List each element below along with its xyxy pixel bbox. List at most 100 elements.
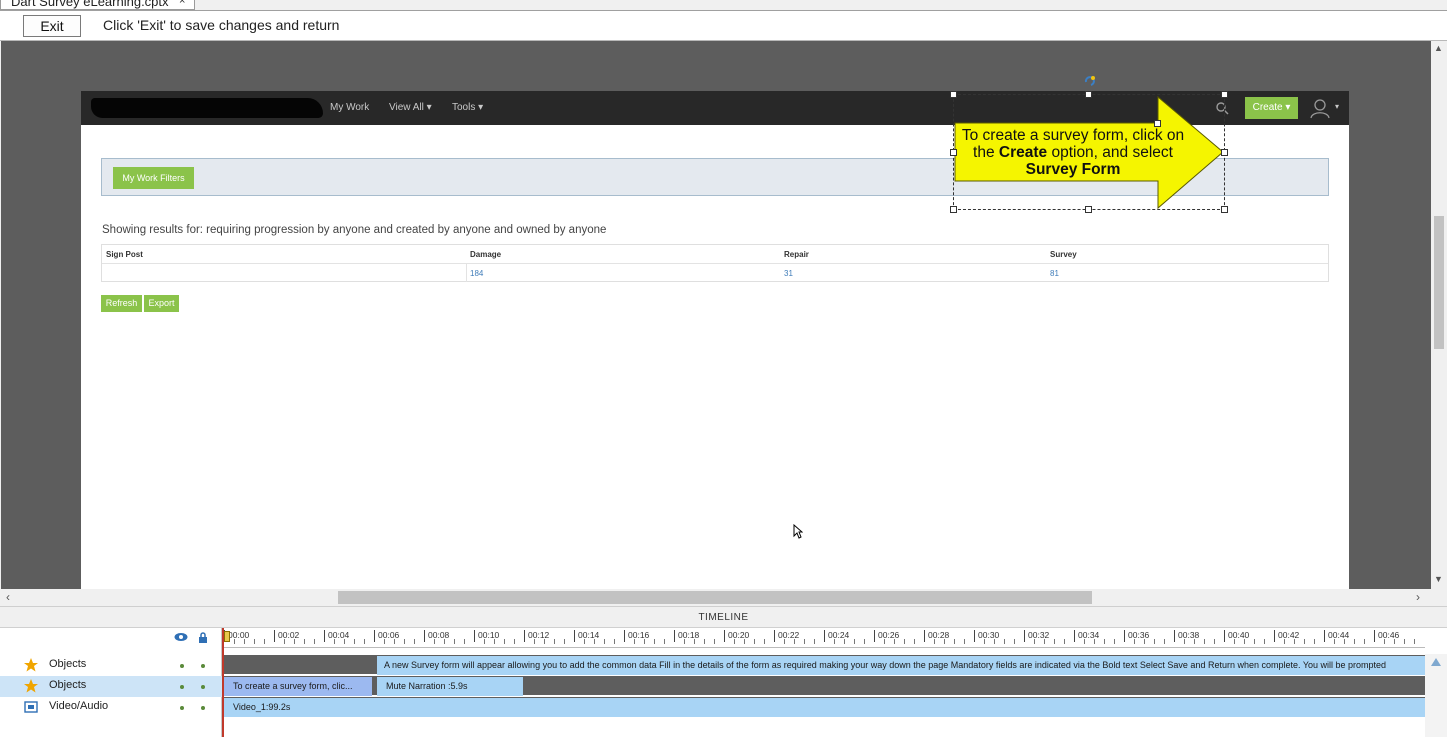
ruler-minor-tick [1014, 639, 1015, 644]
resize-handle[interactable] [1085, 91, 1092, 98]
vertical-scroll-thumb[interactable] [1434, 216, 1444, 349]
ruler-minor-tick [354, 639, 355, 644]
timeline-layer-objects-1[interactable]: Objects [0, 655, 222, 676]
caption-timeline-bar[interactable]: A new Survey form will appear allowing y… [377, 656, 1425, 675]
callout-line-2-post: option, and select [1047, 144, 1173, 161]
video-timeline-bar[interactable]: Video_1:99.2s [224, 698, 1425, 717]
ruler-minor-tick [1394, 639, 1395, 644]
ruler-minor-tick [584, 639, 585, 644]
table-cell-survey[interactable]: 81 [1050, 269, 1059, 278]
slide-canvas[interactable]: My Work View All ▾ Tools ▾ Create ▾ ▾ My… [81, 91, 1349, 589]
ruler-minor-tick [604, 639, 605, 644]
arrow-callout[interactable]: To create a survey form, click on the Cr… [950, 91, 1228, 213]
ruler-minor-tick [1264, 639, 1265, 644]
ruler-minor-tick [454, 639, 455, 644]
ruler-minor-tick [1314, 639, 1315, 644]
ruler-minor-tick [1344, 639, 1345, 644]
resize-handle[interactable] [1221, 149, 1228, 156]
file-tab[interactable]: Dart Survey eLearning.cptx × [0, 0, 195, 10]
visibility-dot[interactable] [180, 685, 184, 689]
lock-icon[interactable] [198, 632, 208, 643]
ruler-minor-tick [634, 639, 635, 644]
callout-timeline-bar[interactable]: To create a survey form, clic... [224, 677, 372, 696]
captivate-window: Dart Survey eLearning.cptx × Exit Click … [0, 0, 1447, 737]
exit-hint: Click 'Exit' to save changes and return [103, 17, 340, 33]
ruler-minor-tick [1094, 639, 1095, 644]
nav-view-all[interactable]: View All ▾ [389, 102, 432, 113]
scroll-left-icon[interactable]: ‹ [6, 590, 10, 604]
rotate-handle-icon[interactable] [1083, 74, 1097, 88]
ruler-minor-tick [444, 639, 445, 644]
shape-adjust-handle[interactable] [1154, 120, 1161, 127]
ruler-minor-tick [684, 639, 685, 644]
exit-button[interactable]: Exit [23, 15, 81, 37]
resize-handle[interactable] [1085, 206, 1092, 213]
my-work-filters-button[interactable]: My Work Filters [113, 167, 194, 189]
lock-dot[interactable] [201, 706, 205, 710]
nav-tools[interactable]: Tools ▾ [452, 102, 483, 113]
ruler-minor-tick [644, 639, 645, 644]
scroll-down-icon[interactable]: ▼ [1434, 574, 1443, 584]
narration-timeline-bar[interactable]: Mute Narration :5.9s [377, 677, 523, 696]
playhead[interactable] [222, 628, 224, 737]
table-header-damage: Damage [470, 250, 502, 259]
stage-horizontal-scrollbar[interactable]: ‹ › [0, 589, 1431, 606]
ruler-tick-label: 00:08 [424, 630, 449, 642]
ruler-minor-tick [514, 639, 515, 644]
playhead-marker[interactable] [224, 631, 230, 642]
timeline-layer-objects-2[interactable]: Objects [0, 676, 222, 697]
mouse-cursor-icon [793, 524, 803, 539]
resize-handle[interactable] [950, 206, 957, 213]
ruler-minor-tick [394, 639, 395, 644]
timeline-ruler[interactable]: 00:00 00:02 00:04 00:06 00:08 00:10 00:12 00:14… [223, 628, 1425, 648]
ruler-minor-tick [844, 639, 845, 644]
ruler-minor-tick [1104, 639, 1105, 644]
ruler-minor-tick [1244, 639, 1245, 644]
nav-my-work[interactable]: My Work [330, 102, 369, 113]
ruler-tick-label: 00:18 [674, 630, 699, 642]
visibility-dot[interactable] [180, 706, 184, 710]
horizontal-scroll-thumb[interactable] [338, 591, 1092, 604]
ruler-minor-tick [434, 639, 435, 644]
user-caret-icon[interactable]: ▾ [1335, 102, 1339, 111]
ruler-minor-tick [244, 639, 245, 644]
timeline-layer-video-audio[interactable]: Video/Audio [0, 697, 222, 718]
user-icon[interactable] [1309, 97, 1331, 119]
refresh-button[interactable]: Refresh [101, 295, 142, 312]
callout-create-bold: Create [998, 144, 1048, 161]
scroll-right-icon[interactable]: › [1416, 590, 1420, 604]
export-button[interactable]: Export [144, 295, 179, 312]
table-cell-repair[interactable]: 31 [784, 269, 793, 278]
table-cell-damage[interactable]: 184 [470, 269, 483, 278]
ruler-minor-tick [1084, 639, 1085, 644]
layer-name: Video/Audio [49, 700, 109, 712]
resize-handle[interactable] [1221, 206, 1228, 213]
lock-dot[interactable] [201, 664, 205, 668]
visibility-dot[interactable] [180, 664, 184, 668]
eye-icon[interactable] [174, 632, 188, 642]
scroll-up-icon[interactable] [1431, 658, 1441, 666]
scroll-up-icon[interactable]: ▲ [1434, 43, 1443, 53]
create-button[interactable]: Create ▾ [1245, 97, 1298, 119]
ruler-minor-tick [954, 639, 955, 644]
ruler-minor-tick [784, 639, 785, 644]
ruler-minor-tick [834, 639, 835, 644]
ruler-minor-tick [764, 639, 765, 644]
timeline-vertical-scrollbar[interactable] [1425, 654, 1447, 737]
lock-dot[interactable] [201, 685, 205, 689]
ruler-minor-tick [1404, 639, 1405, 644]
ruler-tick-label: 00:28 [924, 630, 949, 642]
ruler-minor-tick [544, 639, 545, 644]
file-tab-label: Dart Survey eLearning.cptx [11, 0, 169, 9]
stage-vertical-scrollbar[interactable]: ▲ ▼ [1431, 41, 1447, 589]
timeline-layer-list: Objects Objects Video/Audio [0, 628, 222, 737]
ruler-minor-tick [1254, 639, 1255, 644]
timeline-header[interactable]: TIMELINE [0, 606, 1447, 628]
resize-handle[interactable] [950, 91, 957, 98]
ruler-minor-tick [1114, 639, 1115, 644]
timeline-track-objects-1: A new Survey form will appear allowing y… [223, 655, 1425, 675]
ruler-minor-tick [934, 639, 935, 644]
close-tab-icon[interactable]: × [179, 0, 185, 7]
resize-handle[interactable] [1221, 91, 1228, 98]
ruler-minor-tick [414, 639, 415, 644]
